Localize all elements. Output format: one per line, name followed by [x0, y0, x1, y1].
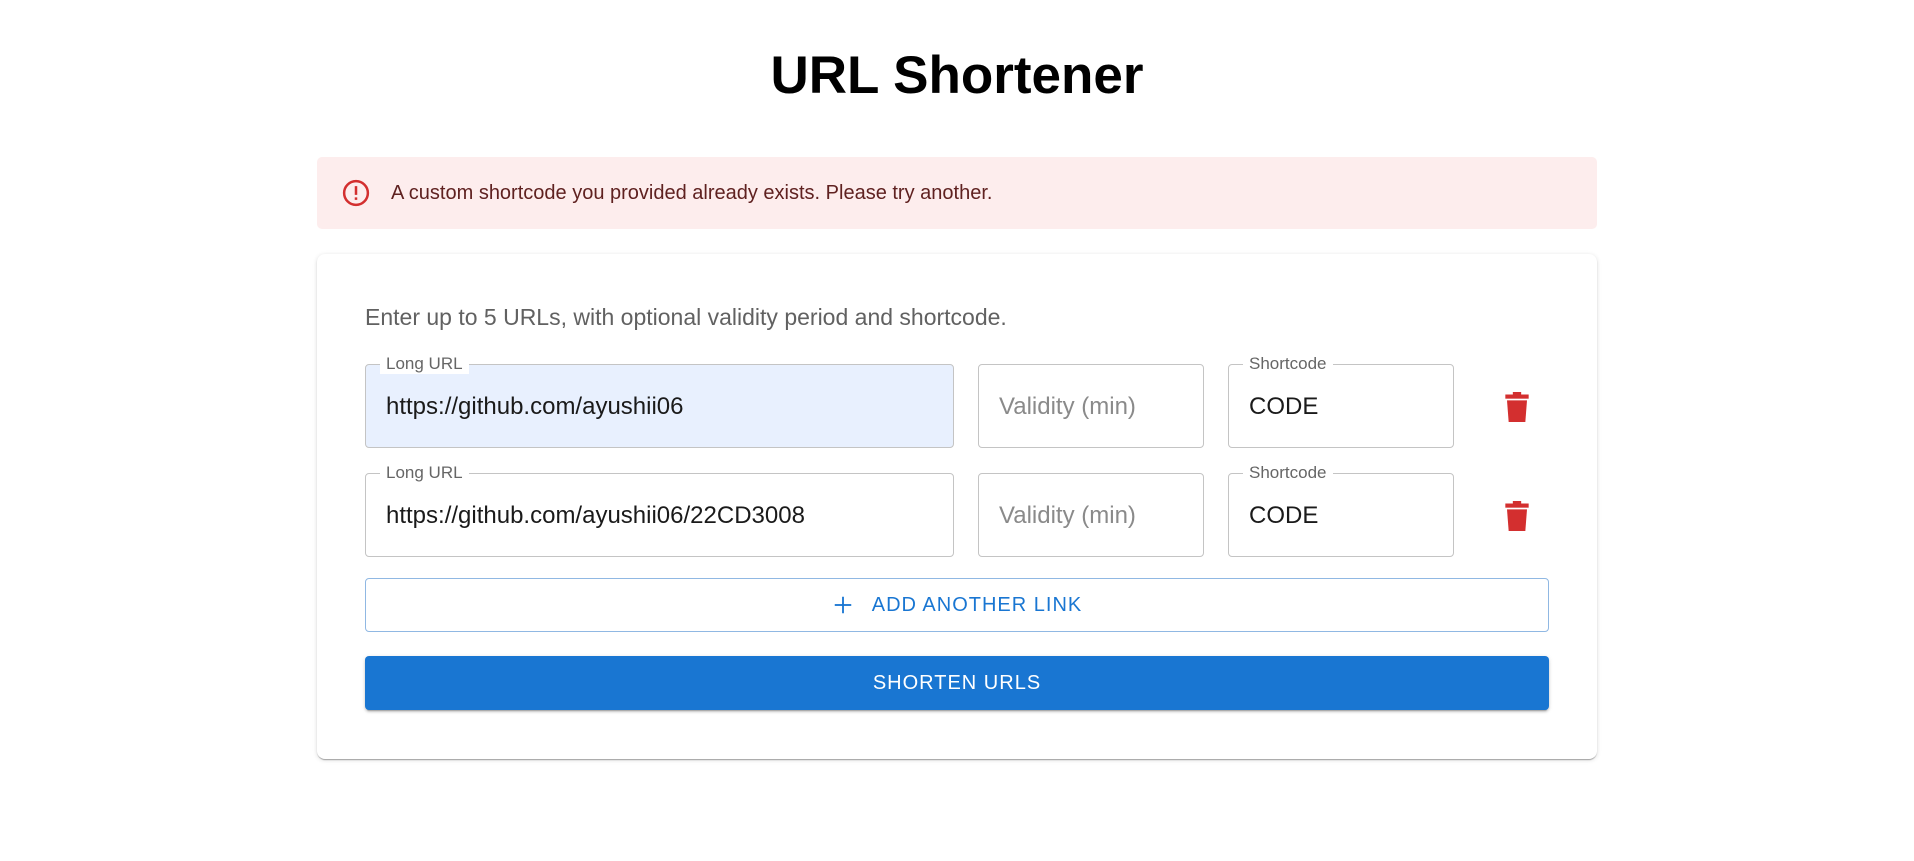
validity-placeholder: Validity (min) [999, 393, 1136, 420]
url-row: Long URL https://github.com/ayushii06/22… [365, 463, 1549, 557]
error-alert-message: A custom shortcode you provided already … [391, 181, 993, 204]
error-outline-icon [342, 179, 370, 207]
shorten-urls-button[interactable]: SHORTEN URLS [365, 656, 1549, 710]
shortcode-field[interactable]: Shortcode CODE [1228, 463, 1454, 557]
page-title: URL Shortener [770, 46, 1144, 105]
shortcode-value: CODE [1249, 502, 1319, 529]
url-form-card: Enter up to 5 URLs, with optional validi… [317, 254, 1597, 759]
trash-icon[interactable] [1504, 392, 1530, 422]
validity-placeholder: Validity (min) [999, 502, 1136, 529]
shortcode-field[interactable]: Shortcode CODE [1228, 354, 1454, 448]
add-another-link-label: ADD ANOTHER LINK [871, 593, 1083, 616]
url-row: Long URL https://github.com/ayushii06 Va… [365, 354, 1549, 448]
validity-field[interactable]: Validity (min) [978, 364, 1204, 448]
add-another-link-button[interactable]: ADD ANOTHER LINK [365, 578, 1549, 632]
long-url-field[interactable]: Long URL https://github.com/ayushii06 [365, 354, 954, 448]
shortcode-value: CODE [1249, 393, 1319, 420]
trash-icon[interactable] [1504, 501, 1530, 531]
plus-icon [834, 596, 851, 614]
long-url-field[interactable]: Long URL https://github.com/ayushii06/22… [365, 463, 954, 557]
form-instructions: Enter up to 5 URLs, with optional validi… [365, 304, 1007, 330]
error-alert: A custom shortcode you provided already … [317, 157, 1597, 229]
long-url-value: https://github.com/ayushii06 [386, 393, 684, 420]
page: URL Shortener A custom shortcode you pro… [0, 0, 1914, 861]
long-url-value: https://github.com/ayushii06/22CD3008 [386, 502, 805, 529]
validity-field[interactable]: Validity (min) [978, 473, 1204, 557]
